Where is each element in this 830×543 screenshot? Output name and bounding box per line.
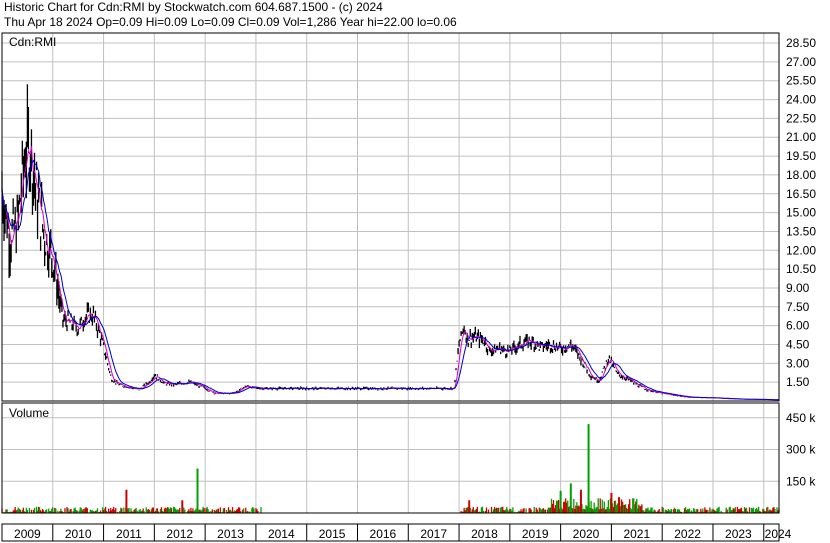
- price-tick-label: 28.50: [786, 36, 816, 50]
- price-tick-label: 9.00: [786, 281, 810, 295]
- year-tick-label: 2023: [725, 527, 752, 541]
- year-tick-label: 2020: [573, 527, 600, 541]
- price-tick-label: 6.00: [786, 319, 810, 333]
- price-tick-label: 12.00: [786, 243, 816, 257]
- volume-tick-labels: 450 k 300 k 150 k: [786, 411, 816, 488]
- price-tick-label: 25.50: [786, 74, 816, 88]
- year-tick-label: 2011: [116, 527, 142, 541]
- price-tick-label: 13.50: [786, 224, 816, 238]
- price-grid: [1, 33, 779, 401]
- year-tick-label: 2017: [420, 527, 447, 541]
- price-tick-label: 19.50: [786, 149, 816, 163]
- price-tick-label: 3.00: [786, 356, 810, 370]
- year-tick-label: 2021: [623, 527, 650, 541]
- volume-grid: [1, 403, 779, 513]
- year-tick-label: 2014: [268, 527, 295, 541]
- year-tick-label: 2024: [765, 527, 792, 541]
- year-tick-label: 2022: [674, 527, 701, 541]
- volume-tick-label: 450 k: [786, 411, 816, 425]
- price-tick-label: 10.50: [786, 262, 816, 276]
- price-tick-label: 27.00: [786, 55, 816, 69]
- price-tick-label: 16.50: [786, 187, 816, 201]
- price-tick-labels: 28.50 27.00 25.50 24.00 22.50 21.00 19.50 18.00…: [786, 36, 816, 389]
- volume-tick-label: 300 k: [786, 443, 816, 457]
- ticker-label: Cdn:RMI: [9, 35, 56, 49]
- price-tick-label: 1.50: [786, 375, 810, 389]
- stock-chart: Cdn:RMI Volume 28.50 27.00 25.50 24.00 22.50…: [1, 32, 816, 542]
- volume-label: Volume: [9, 406, 49, 420]
- year-tick-label: 2012: [166, 527, 193, 541]
- price-tick-label: 4.50: [786, 337, 810, 351]
- year-tick-label: 2010: [65, 527, 92, 541]
- year-tick-label: 2015: [319, 527, 346, 541]
- year-tick-label: 2018: [471, 527, 498, 541]
- year-tick-label: 2016: [370, 527, 397, 541]
- year-tick-label: 2019: [522, 527, 549, 541]
- volume-tick-label: 150 k: [786, 474, 816, 488]
- year-tick-label: 2009: [14, 527, 41, 541]
- price-tick-label: 18.00: [786, 168, 816, 182]
- price-tick-label: 15.00: [786, 206, 816, 220]
- year-tick-labels: 2009 2010 2011 2012 2013 2014 2015 2016 2017 2018…: [1, 524, 792, 541]
- price-tick-label: 22.50: [786, 111, 816, 125]
- price-tick-label: 21.00: [786, 130, 816, 144]
- year-tick-label: 2013: [217, 527, 244, 541]
- price-tick-label: 24.00: [786, 93, 816, 107]
- price-tick-label: 7.50: [786, 300, 810, 314]
